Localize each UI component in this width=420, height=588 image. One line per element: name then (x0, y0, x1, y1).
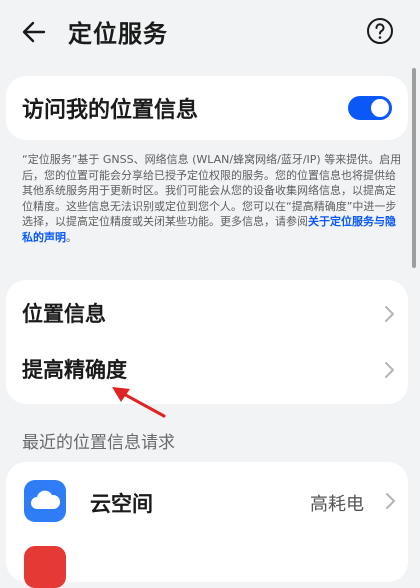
help-icon[interactable] (366, 17, 394, 45)
location-description: “定位服务”基于 GNSS、网络信息 (WLAN/蜂窝网络/蓝牙/IP) 等来提… (22, 152, 404, 245)
app-status: 高耗电 (310, 494, 364, 515)
chevron-right-icon (385, 362, 394, 378)
recent-requests-card: 云空间 高耗电 (6, 462, 408, 588)
app-icon (24, 546, 66, 588)
improve-accuracy-row[interactable]: 提高精确度 (6, 342, 408, 398)
back-arrow-icon[interactable] (20, 18, 48, 46)
recent-requests-title: 最近的位置信息请求 (22, 433, 175, 453)
chevron-right-icon (386, 493, 395, 509)
header: 定位服务 (0, 0, 420, 62)
cloud-app-icon (24, 480, 66, 522)
improve-accuracy-label: 提高精确度 (22, 358, 127, 382)
location-info-row[interactable]: 位置信息 (6, 286, 408, 342)
cloud-icon (31, 490, 61, 509)
location-settings-card: 位置信息 提高精确度 (6, 280, 408, 404)
chevron-right-icon (385, 306, 394, 322)
description-suffix: 。 (66, 230, 77, 244)
switch-knob (371, 99, 389, 117)
annotation-arrow-icon (112, 387, 166, 418)
location-access-label: 访问我的位置信息 (22, 98, 199, 123)
location-info-label: 位置信息 (22, 302, 106, 326)
location-access-switch[interactable] (348, 96, 392, 120)
app-name[interactable]: 云空间 (90, 488, 153, 518)
page-title: 定位服务 (68, 20, 168, 48)
scrollbar[interactable] (412, 68, 416, 268)
location-access-card: 访问我的位置信息 (6, 76, 408, 140)
